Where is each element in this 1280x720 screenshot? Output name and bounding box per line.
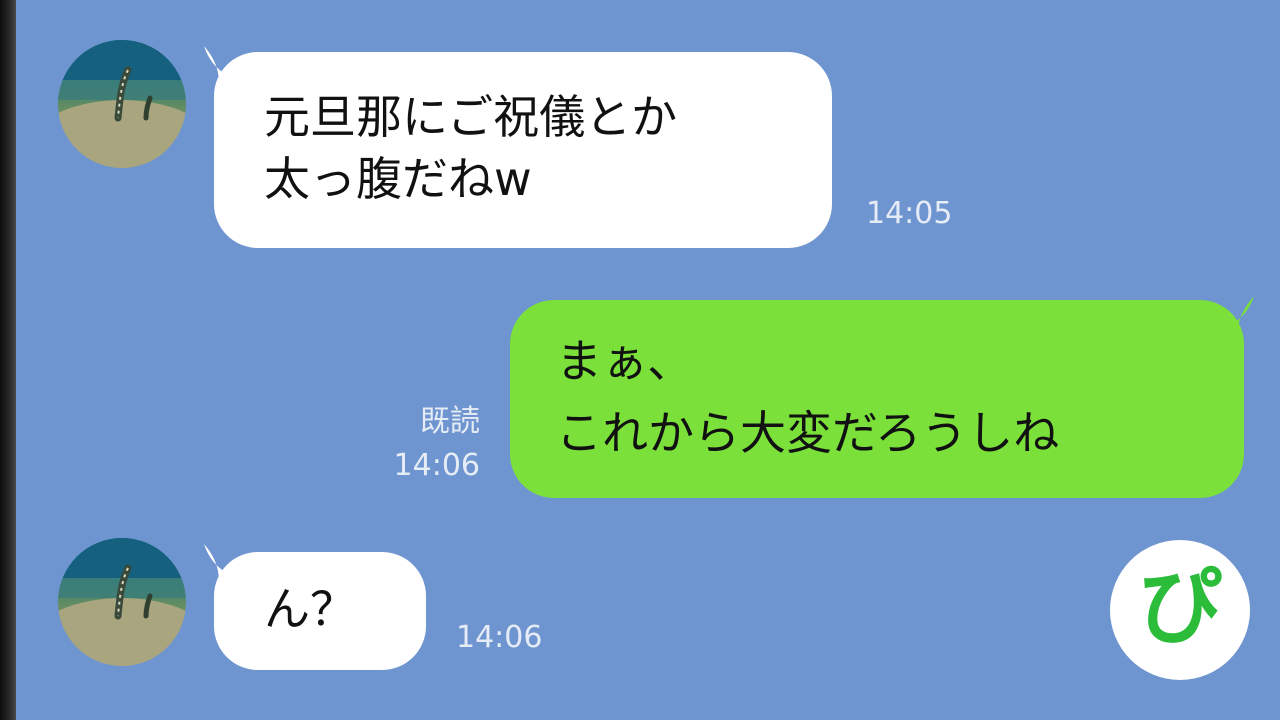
contact-avatar[interactable]: [58, 538, 186, 666]
incoming-message-bubble[interactable]: 元旦那にご祝儀とか 太っ腹だねw: [214, 52, 832, 248]
message-timestamp: 14:06: [393, 448, 480, 483]
message-line: ん？: [264, 582, 356, 636]
message-line: これから大変だろうしね: [556, 406, 1060, 460]
outgoing-message-bubble[interactable]: まぁ、 これから大変だろうしね: [510, 300, 1244, 498]
message-line: まぁ、: [556, 334, 694, 388]
pi-logo-icon: ぴ: [1110, 540, 1250, 680]
garden-eel-avatar-icon: [58, 538, 186, 666]
read-receipt: 既読: [420, 404, 480, 439]
incoming-message-bubble[interactable]: ん？: [214, 552, 426, 670]
bubble-tail: [1212, 296, 1254, 344]
message-line: 元旦那にご祝儀とか: [264, 90, 678, 144]
contact-avatar[interactable]: [58, 40, 186, 168]
message-line: 太っ腹だねw: [264, 152, 532, 206]
logo-text: ぴ: [1137, 558, 1222, 656]
message-timestamp: 14:06: [456, 620, 543, 655]
message-timestamp: 14:05: [866, 196, 953, 231]
garden-eel-avatar-icon: [58, 40, 186, 168]
device-bezel: [0, 0, 16, 720]
